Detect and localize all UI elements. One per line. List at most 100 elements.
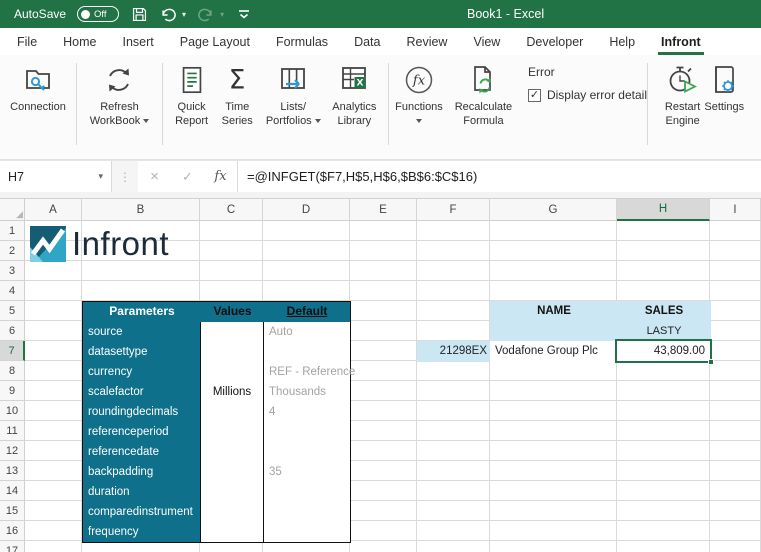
param-default-cell[interactable]	[264, 442, 349, 462]
cell-I7[interactable]	[710, 341, 761, 361]
param-default-cell[interactable]: REF - Reference	[264, 362, 349, 382]
cell-G8[interactable]	[490, 361, 617, 381]
cell-E2[interactable]	[350, 241, 417, 261]
tab-home[interactable]: Home	[50, 28, 109, 55]
cell-C2[interactable]	[200, 241, 263, 261]
cell-F13[interactable]	[417, 461, 490, 481]
functions-button[interactable]: fx Functions	[389, 55, 449, 128]
row-header-8[interactable]: 8	[0, 361, 25, 381]
select-all-corner[interactable]: ◢	[0, 199, 25, 221]
cancel-icon[interactable]: ×	[138, 161, 171, 192]
cell-H4[interactable]	[617, 281, 710, 301]
cell-F5[interactable]	[417, 301, 490, 321]
tab-view[interactable]: View	[460, 28, 513, 55]
refresh-workbook-button[interactable]: RefreshWorkBook	[90, 55, 150, 128]
recalculate-formula-button[interactable]: RecalculateFormula	[449, 55, 518, 128]
cell-A12[interactable]	[25, 441, 82, 461]
cell-A17[interactable]	[25, 541, 82, 552]
tab-infront[interactable]: Infront	[648, 28, 714, 55]
cell-E9[interactable]	[350, 381, 417, 401]
row-header-3[interactable]: 3	[0, 261, 25, 281]
cell-G14[interactable]	[490, 481, 617, 501]
tab-developer[interactable]: Developer	[513, 28, 596, 55]
cell-F11[interactable]	[417, 421, 490, 441]
restart-engine-button[interactable]: RestartEngine	[665, 55, 700, 128]
cell-A3[interactable]	[25, 261, 82, 281]
cell-C3[interactable]	[200, 261, 263, 281]
cell-G7-company-name[interactable]: Vodafone Group Plc	[490, 341, 618, 362]
row-header-6[interactable]: 6	[0, 321, 25, 341]
cell-G10[interactable]	[490, 401, 617, 421]
row-header-10[interactable]: 10	[0, 401, 25, 421]
cell-E14[interactable]	[350, 481, 417, 501]
cell-G5-name-header[interactable]: NAME	[490, 301, 618, 322]
cell-F3[interactable]	[417, 261, 490, 281]
customize-quick-access-icon[interactable]	[235, 5, 253, 23]
row-header-9[interactable]: 9	[0, 381, 25, 401]
cell-F10[interactable]	[417, 401, 490, 421]
analytics-library-button[interactable]: X AnalyticsLibrary	[332, 55, 376, 128]
param-value-cell[interactable]	[201, 422, 264, 442]
cell-G9[interactable]	[490, 381, 617, 401]
row-header-14[interactable]: 14	[0, 481, 25, 501]
param-value-cell[interactable]	[201, 342, 264, 362]
undo-icon[interactable]	[159, 5, 177, 23]
param-name-cell[interactable]: scalefactor	[83, 382, 201, 402]
cell-F16[interactable]	[417, 521, 490, 541]
cell-D1[interactable]	[263, 221, 350, 241]
tab-file[interactable]: File	[4, 28, 50, 55]
cell-G15[interactable]	[490, 501, 617, 521]
param-value-cell[interactable]	[201, 482, 264, 502]
cell-H15[interactable]	[617, 501, 710, 521]
cell-H16[interactable]	[617, 521, 710, 541]
cell-H3[interactable]	[617, 261, 710, 281]
row-header-2[interactable]: 2	[0, 241, 25, 261]
cell-G11[interactable]	[490, 421, 617, 441]
cell-F4[interactable]	[417, 281, 490, 301]
row-header-7[interactable]: 7	[0, 341, 25, 361]
cell-H17[interactable]	[617, 541, 710, 552]
name-box[interactable]: H7 ▾	[0, 161, 112, 192]
param-default-cell[interactable]	[264, 522, 349, 542]
cell-I13[interactable]	[710, 461, 761, 481]
cell-H12[interactable]	[617, 441, 710, 461]
param-default-cell[interactable]	[264, 342, 349, 362]
cell-H2[interactable]	[617, 241, 710, 261]
cell-E16[interactable]	[350, 521, 417, 541]
param-value-cell[interactable]	[201, 402, 264, 422]
cell-H8[interactable]	[617, 361, 710, 381]
cell-F1[interactable]	[417, 221, 490, 241]
param-default-cell[interactable]: 35	[264, 462, 349, 482]
param-name-cell[interactable]: datasettype	[83, 342, 201, 362]
param-value-cell[interactable]	[201, 502, 264, 522]
cell-G4[interactable]	[490, 281, 617, 301]
fill-handle[interactable]	[708, 359, 714, 365]
param-name-cell[interactable]: comparedinstrument	[83, 502, 201, 522]
display-error-detail-checkbox[interactable]: ✓ Display error detail	[528, 88, 647, 102]
undo-caret-icon[interactable]: ▾	[182, 10, 186, 19]
cell-I15[interactable]	[710, 501, 761, 521]
connection-button[interactable]: Connection	[10, 55, 66, 114]
param-name-cell[interactable]: duration	[83, 482, 201, 502]
param-value-cell[interactable]	[201, 522, 264, 542]
column-header-A[interactable]: A	[25, 199, 82, 221]
autosave-toggle[interactable]: Off	[77, 6, 119, 22]
cell-A9[interactable]	[25, 381, 82, 401]
column-header-I[interactable]: I	[710, 199, 761, 221]
cell-F17[interactable]	[417, 541, 490, 552]
param-name-cell[interactable]: referencedate	[83, 442, 201, 462]
tab-help[interactable]: Help	[596, 28, 648, 55]
cell-I10[interactable]	[710, 401, 761, 421]
formula-input[interactable]: =@INFGET($F7,H$5,H$6,$B$6:$C$16)	[237, 161, 761, 192]
cell-I6[interactable]	[710, 321, 761, 341]
column-header-E[interactable]: E	[350, 199, 417, 221]
cell-H10[interactable]	[617, 401, 710, 421]
cell-E7[interactable]	[350, 341, 417, 361]
cell-I11[interactable]	[710, 421, 761, 441]
cell-H11[interactable]	[617, 421, 710, 441]
param-default-cell[interactable]: Thousands	[264, 382, 349, 402]
cell-I8[interactable]	[710, 361, 761, 381]
param-name-cell[interactable]: frequency	[83, 522, 201, 542]
column-header-D[interactable]: D	[263, 199, 350, 221]
param-value-cell[interactable]: Millions	[201, 382, 264, 402]
